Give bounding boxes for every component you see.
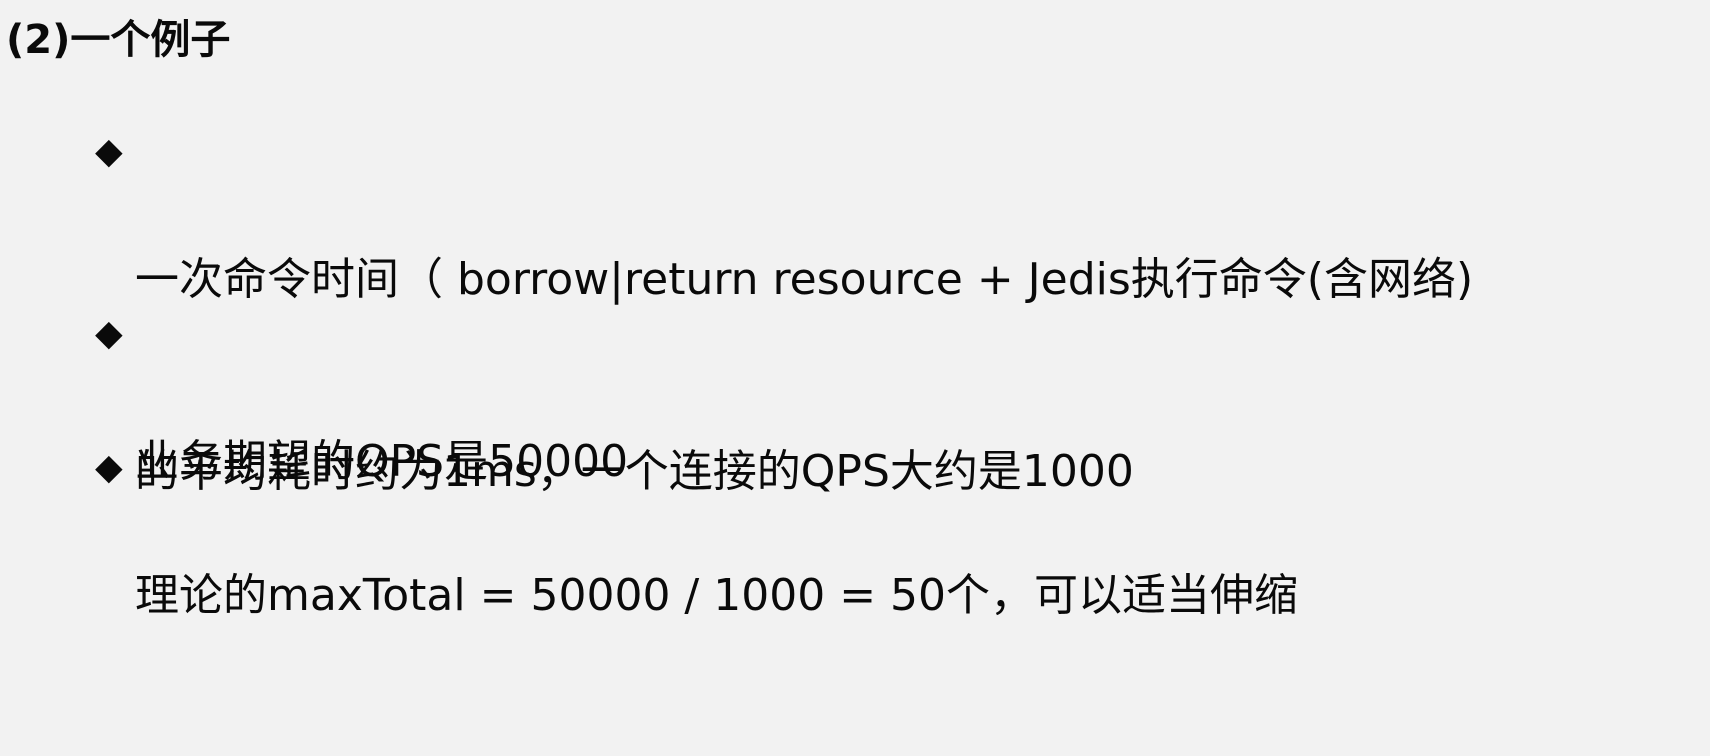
- section-heading: (2)一个例子: [6, 17, 231, 63]
- bullet-line: 理论的maxTotal = 50000 / 1000 = 50个，可以适当伸缩: [135, 570, 1299, 621]
- bullet-item-max-total: ◆ 理论的maxTotal = 50000 / 1000 = 50个，可以适当伸…: [95, 436, 1675, 756]
- slide: (2)一个例子 ◆ 一次命令时间（ borrow|return resource…: [0, 0, 1710, 621]
- diamond-bullet-icon: ◆: [95, 313, 123, 354]
- diamond-bullet-icon: ◆: [95, 131, 123, 172]
- diamond-bullet-icon: ◆: [95, 447, 123, 488]
- bullet-text: 理论的maxTotal = 50000 / 1000 = 50个，可以适当伸缩: [135, 436, 1675, 756]
